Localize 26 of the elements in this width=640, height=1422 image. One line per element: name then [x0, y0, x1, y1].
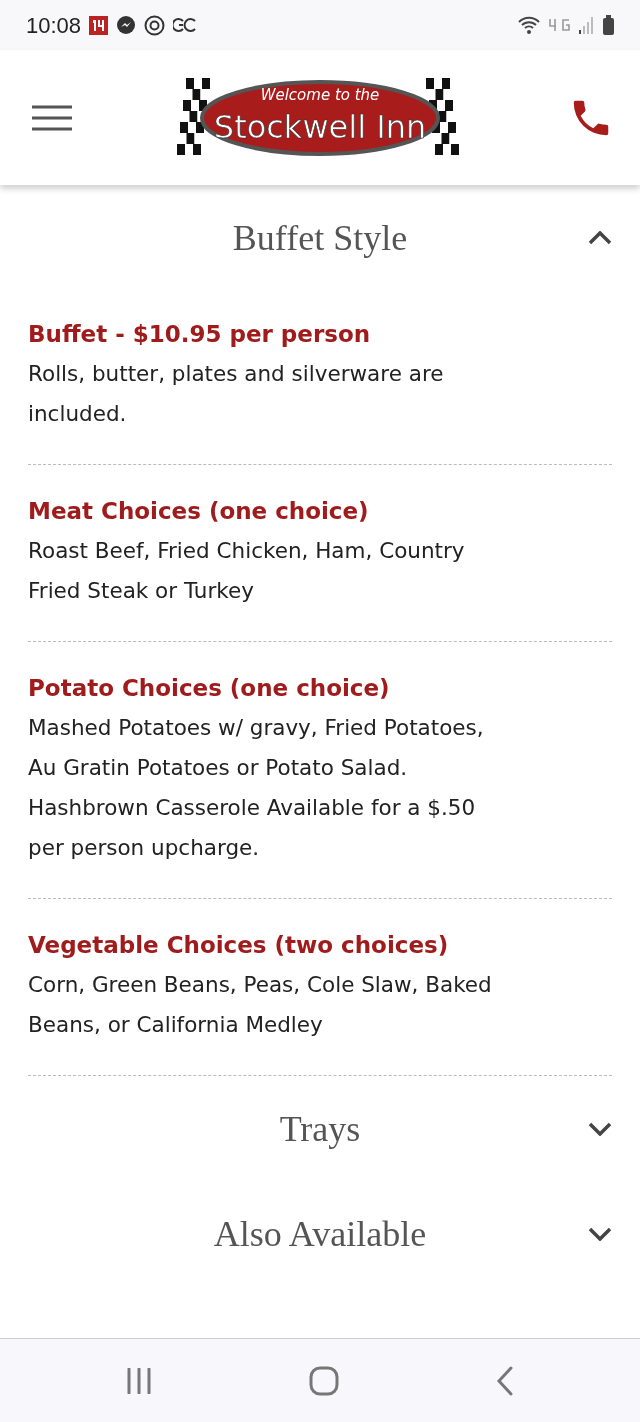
- messenger-icon: [116, 15, 137, 35]
- chevron-down-icon[interactable]: [588, 1121, 612, 1136]
- section-title[interactable]: Trays: [279, 1101, 361, 1156]
- section-title[interactable]: Buffet Style: [232, 210, 408, 265]
- item-heading: Meat Choices (one choice): [28, 497, 370, 526]
- back-icon[interactable]: [495, 1365, 514, 1396]
- wifi-icon: [517, 15, 541, 35]
- battery-icon: [603, 15, 614, 35]
- item-description: Rolls, butter, plates and silverware are included.: [28, 360, 445, 428]
- item-heading: Vegetable Choices (two choices): [28, 931, 450, 960]
- recent-apps-icon[interactable]: [126, 1367, 153, 1394]
- item-description: Corn, Green Beans, Peas, Cole Slaw, Baked Beans, or California Medley: [28, 971, 493, 1039]
- item-heading: Buffet - $10.95 per person: [28, 320, 372, 349]
- menu-icon[interactable]: [32, 104, 72, 131]
- item-description: Mashed Potatoes w/ gravy, Fried Potatoes, Au Gratin Potatoes or Potato Salad. Hashbrown Casserole Available for a $.50 per person upcharge.: [28, 714, 485, 862]
- chevron-up-icon[interactable]: [588, 230, 612, 245]
- chevron-down-icon[interactable]: [588, 1226, 612, 1241]
- news-app-icon: [89, 15, 109, 35]
- app-icon: [173, 18, 198, 32]
- item-heading: Potato Choices (one choice): [28, 674, 391, 703]
- section-title[interactable]: Also Available: [213, 1206, 427, 1261]
- status-time: 10:08: [26, 11, 82, 40]
- signal-icon: [579, 16, 595, 34]
- network-icon: [549, 18, 571, 32]
- home-icon[interactable]: [309, 1365, 339, 1396]
- item-description: Roast Beef, Fried Chicken, Ham, Country Fried Steak or Turkey: [28, 537, 466, 605]
